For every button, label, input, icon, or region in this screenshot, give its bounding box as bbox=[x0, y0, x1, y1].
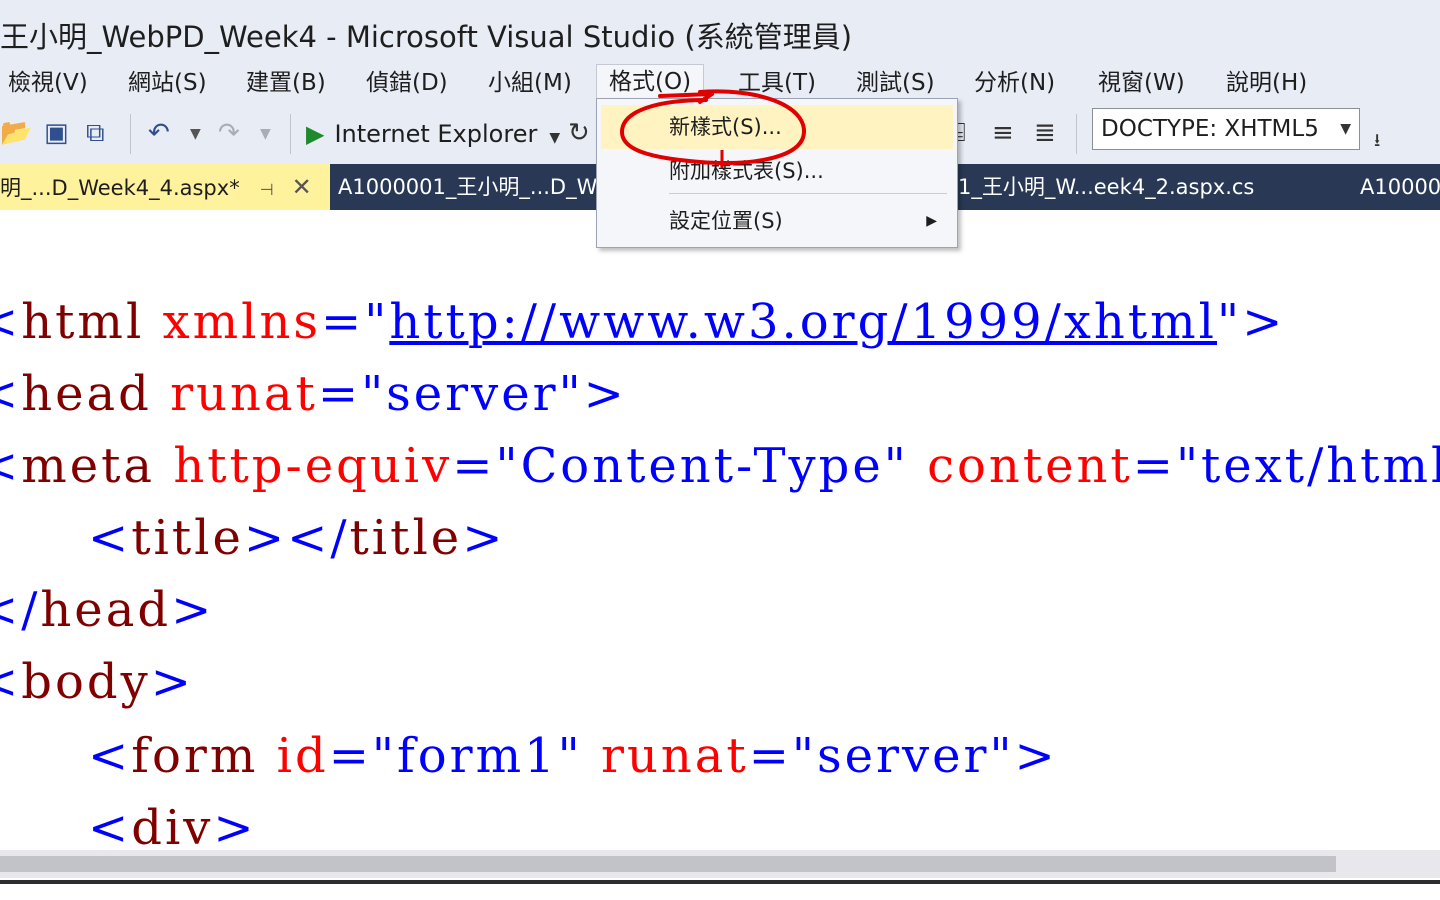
code-line: <div> bbox=[88, 800, 257, 850]
tab-week4-2-aspx-cs[interactable]: 1_王小明_W...eek4_2.aspx.cs bbox=[958, 164, 1318, 210]
menu-tools[interactable]: 工具(T) bbox=[738, 66, 816, 100]
code-line: </head> bbox=[0, 582, 215, 638]
menu-item-new-style[interactable]: 新樣式(S)... bbox=[601, 105, 953, 149]
code-line: <form id="form1" runat="server"> bbox=[88, 728, 1058, 784]
toolbar-overflow-icon[interactable]: ⭳ bbox=[1374, 128, 1380, 158]
code-line: <html xmlns="http://www.w3.org/1999/xhtm… bbox=[0, 294, 1286, 350]
code-line: <title></title> bbox=[88, 510, 506, 566]
code-line: <body> bbox=[0, 654, 194, 710]
menu-view[interactable]: 檢視(V) bbox=[8, 66, 88, 100]
xhtml-namespace-link[interactable]: http://www.w3.org/1999/xhtml bbox=[389, 294, 1217, 350]
play-icon: ▶ bbox=[306, 120, 325, 148]
chevron-right-icon: ▶ bbox=[926, 213, 937, 229]
code-line: <head runat="server"> bbox=[0, 366, 627, 422]
menu-item-set-position[interactable]: 設定位置(S) ▶ bbox=[601, 199, 953, 243]
undo-icon[interactable]: ↶ bbox=[148, 118, 170, 148]
format-menu-dropdown: 新樣式(S)... 附加樣式表(S)... 設定位置(S) ▶ bbox=[596, 98, 958, 248]
menu-website[interactable]: 網站(S) bbox=[128, 66, 207, 100]
save-all-icon[interactable]: ⧉ bbox=[86, 118, 105, 149]
window-title: 王小明_WebPD_Week4 - Microsoft Visual Studi… bbox=[0, 20, 853, 54]
menu-team[interactable]: 小組(M) bbox=[488, 66, 572, 100]
menu-analyze[interactable]: 分析(N) bbox=[974, 66, 1055, 100]
doctype-value: DOCTYPE: XHTML5 bbox=[1101, 116, 1319, 142]
menu-window[interactable]: 視窗(W) bbox=[1098, 66, 1185, 100]
menu-build[interactable]: 建置(B) bbox=[246, 66, 326, 100]
close-icon[interactable]: ✕ bbox=[292, 173, 312, 201]
title-bar: 王小明_WebPD_Week4 - Microsoft Visual Studi… bbox=[0, 0, 1440, 64]
toolbar-separator bbox=[1076, 114, 1077, 154]
pin-icon[interactable]: ⊣ bbox=[260, 180, 274, 199]
redo-icon[interactable]: ↷ bbox=[218, 118, 240, 148]
undo-dropdown-icon[interactable]: ▼ bbox=[190, 126, 201, 142]
horizontal-scrollbar[interactable] bbox=[0, 850, 1440, 878]
chevron-down-icon: ▼ bbox=[1340, 121, 1351, 137]
scrollbar-thumb[interactable] bbox=[0, 856, 1336, 872]
bottom-area bbox=[0, 884, 1440, 900]
menu-help[interactable]: 說明(H) bbox=[1226, 66, 1307, 100]
menu-item-attach-stylesheet[interactable]: 附加樣式表(S)... bbox=[601, 149, 953, 193]
menu-separator bbox=[669, 193, 947, 194]
menu-format[interactable]: 格式(O) bbox=[596, 64, 705, 99]
refresh-icon[interactable]: ↻ bbox=[568, 118, 590, 148]
menu-item-label: 設定位置(S) bbox=[669, 209, 783, 233]
redo-dropdown-icon[interactable]: ▼ bbox=[260, 126, 271, 142]
menu-debug[interactable]: 偵錯(D) bbox=[366, 66, 448, 100]
tab-a1000001-week[interactable]: A1000001_王小明_...D_W bbox=[338, 164, 598, 210]
menu-test[interactable]: 測試(S) bbox=[856, 66, 935, 100]
align-icon[interactable]: ≡ bbox=[992, 118, 1014, 148]
code-line: <meta http-equiv="Content-Type" content=… bbox=[0, 438, 1440, 494]
doctype-select[interactable]: DOCTYPE: XHTML5 ▼ bbox=[1092, 108, 1360, 150]
chevron-down-icon: ▼ bbox=[549, 130, 561, 146]
tab-week4-4-aspx[interactable]: 明_...D_Week4_4.aspx* ⊣ ✕ bbox=[0, 164, 330, 210]
tab-a10000[interactable]: A10000 bbox=[1360, 164, 1440, 210]
save-icon[interactable]: ▣ bbox=[44, 118, 69, 148]
run-target-label: Internet Explorer bbox=[334, 120, 538, 148]
toolbar-separator bbox=[130, 114, 131, 154]
tab-label: 明_...D_Week4_4.aspx* bbox=[0, 176, 240, 200]
format-document-icon[interactable]: ≣ bbox=[1034, 118, 1056, 148]
open-folder-icon[interactable]: 📂 bbox=[0, 118, 32, 148]
toolbar-separator bbox=[290, 114, 291, 154]
code-editor[interactable]: <html xmlns="http://www.w3.org/1999/xhtm… bbox=[0, 210, 1440, 850]
run-button[interactable]: ▶ Internet Explorer ▼ bbox=[306, 114, 560, 154]
